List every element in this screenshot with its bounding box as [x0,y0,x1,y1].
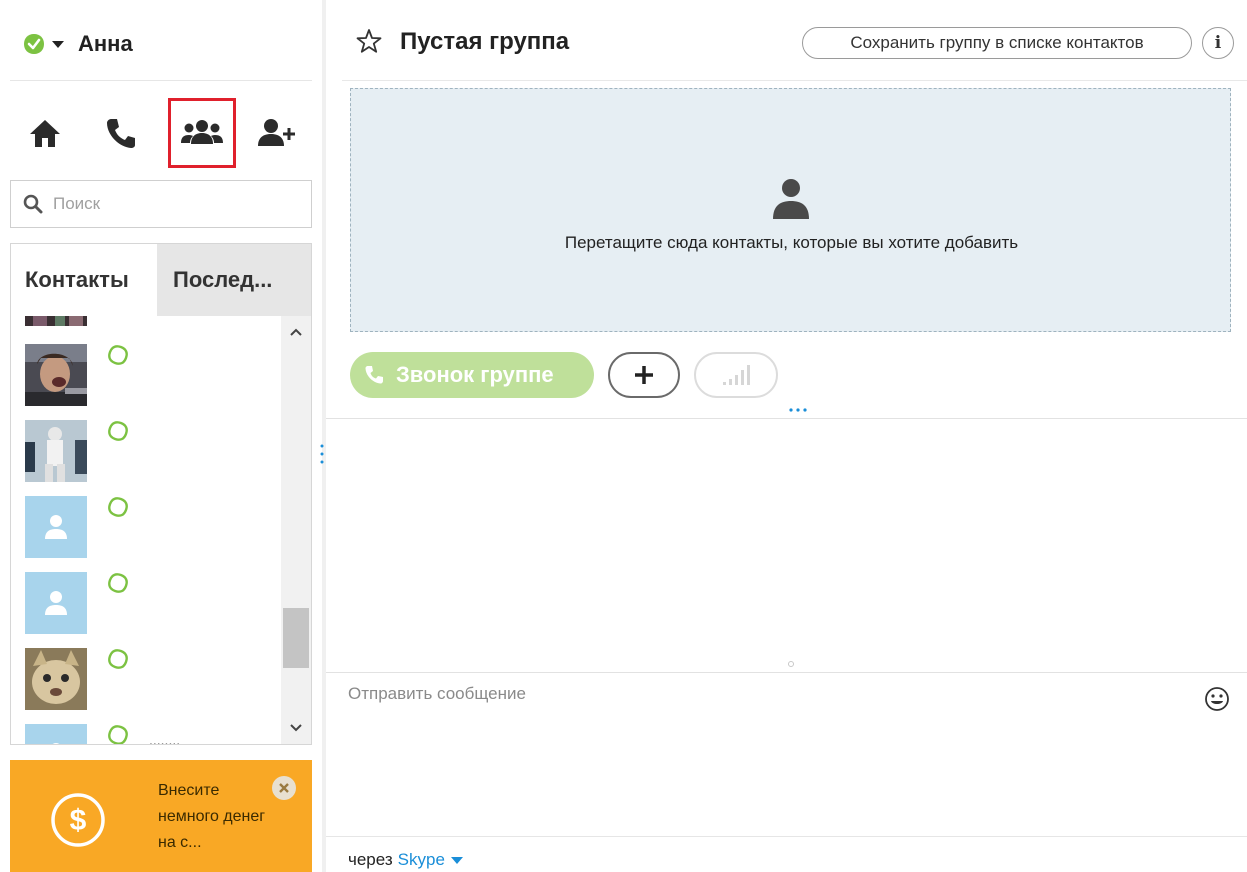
contact-dropzone[interactable]: Перетащите сюда контакты, которые вы хот… [350,88,1231,332]
skype-status-icon [108,345,128,365]
default-avatar [25,724,87,744]
tab-recent[interactable]: Послед... [157,244,311,316]
contact-avatar [25,344,87,406]
page-title: Пустая группа [400,28,570,55]
star-icon[interactable] [356,28,382,54]
skype-status-icon [108,649,128,669]
nav-home-button[interactable] [12,100,78,166]
scroll-thumb[interactable] [283,608,309,668]
skype-status-icon [108,421,128,441]
tab-bar: Контакты Послед... [11,244,311,316]
divider [342,80,1247,81]
call-group-label: Звонок группе [396,362,554,387]
search-box[interactable] [10,180,312,228]
nav-add-contact-button[interactable] [244,100,310,166]
close-icon [279,783,289,793]
scroll-down-button[interactable] [281,718,311,738]
contact-list-scrollbar[interactable] [281,316,311,744]
contact-item[interactable] [25,316,281,326]
dropzone-hint: Перетащите сюда контакты, которые вы хот… [564,233,1019,252]
conversation-pane: Пустая группа Сохранить группу в списке … [326,0,1247,872]
contact-item[interactable] [25,572,281,634]
skype-status-icon [108,497,128,517]
person-icon [773,179,809,219]
contact-list: ........ [11,316,281,745]
chevron-down-icon [52,40,64,48]
nav-groups-button[interactable] [168,98,236,168]
message-input[interactable] [348,684,1168,824]
save-group-button[interactable]: Сохранить группу в списке контактов [802,27,1192,59]
more-options-icon[interactable] [788,406,808,414]
signal-icon [723,365,750,385]
search-icon [23,194,43,214]
contact-item[interactable] [25,344,281,406]
phone-icon [107,119,135,148]
contacts-panel: Контакты Послед... ........ [10,243,312,745]
contact-avatar [25,316,87,326]
skype-status-icon [108,573,128,593]
group-icon [181,120,223,144]
nav-call-button[interactable] [88,100,154,166]
resize-handle[interactable] [788,661,794,667]
contact-avatar [25,420,87,482]
svg-text:$: $ [70,804,87,837]
call-group-button[interactable]: Звонок группе [350,352,594,398]
add-contact-icon [258,119,295,146]
contact-item[interactable] [25,648,281,710]
promo-close-button[interactable] [272,776,296,800]
default-avatar [25,496,87,558]
conversation-header: Пустая группа Сохранить группу в списке … [326,0,1247,80]
divider [326,672,1247,673]
contact-item[interactable]: ........ [25,724,281,745]
tab-contacts[interactable]: Контакты [11,244,157,316]
plus-icon [635,366,653,384]
via-service[interactable]: Skype [398,850,445,870]
promo-text: Внесите немного денег на с... [158,782,266,851]
contact-item[interactable] [25,496,281,558]
via-label: через [348,850,393,869]
emoticon-icon[interactable] [1204,686,1230,712]
profile-menu[interactable]: Анна [22,26,133,62]
send-via-selector[interactable]: через Skype [348,850,463,870]
contact-item[interactable] [25,420,281,482]
chevron-down-icon [450,856,463,864]
contact-name: ........ [149,732,181,745]
add-participant-button[interactable] [608,352,680,398]
home-icon [30,120,60,147]
sidebar: Анна Поиск Контакты Послед... ........ $… [0,0,322,872]
promo-banner[interactable]: $ Внесите немного денег на с... [10,760,312,872]
search-input[interactable] [53,194,303,214]
scroll-up-button[interactable] [281,322,311,342]
call-quality-button[interactable] [694,352,778,398]
phone-icon [365,366,383,384]
message-history [326,419,1247,671]
divider [326,836,1247,837]
dollar-icon: $ [51,793,105,847]
divider [10,80,312,81]
chevron-up-icon [290,328,302,336]
drag-handle-icon[interactable] [319,442,325,466]
chevron-down-icon [290,724,302,732]
contact-avatar [25,648,87,710]
profile-name: Анна [78,31,133,56]
default-avatar [25,572,87,634]
skype-status-icon [108,725,128,744]
skype-online-icon [24,34,44,54]
info-button[interactable]: i [1202,27,1234,59]
